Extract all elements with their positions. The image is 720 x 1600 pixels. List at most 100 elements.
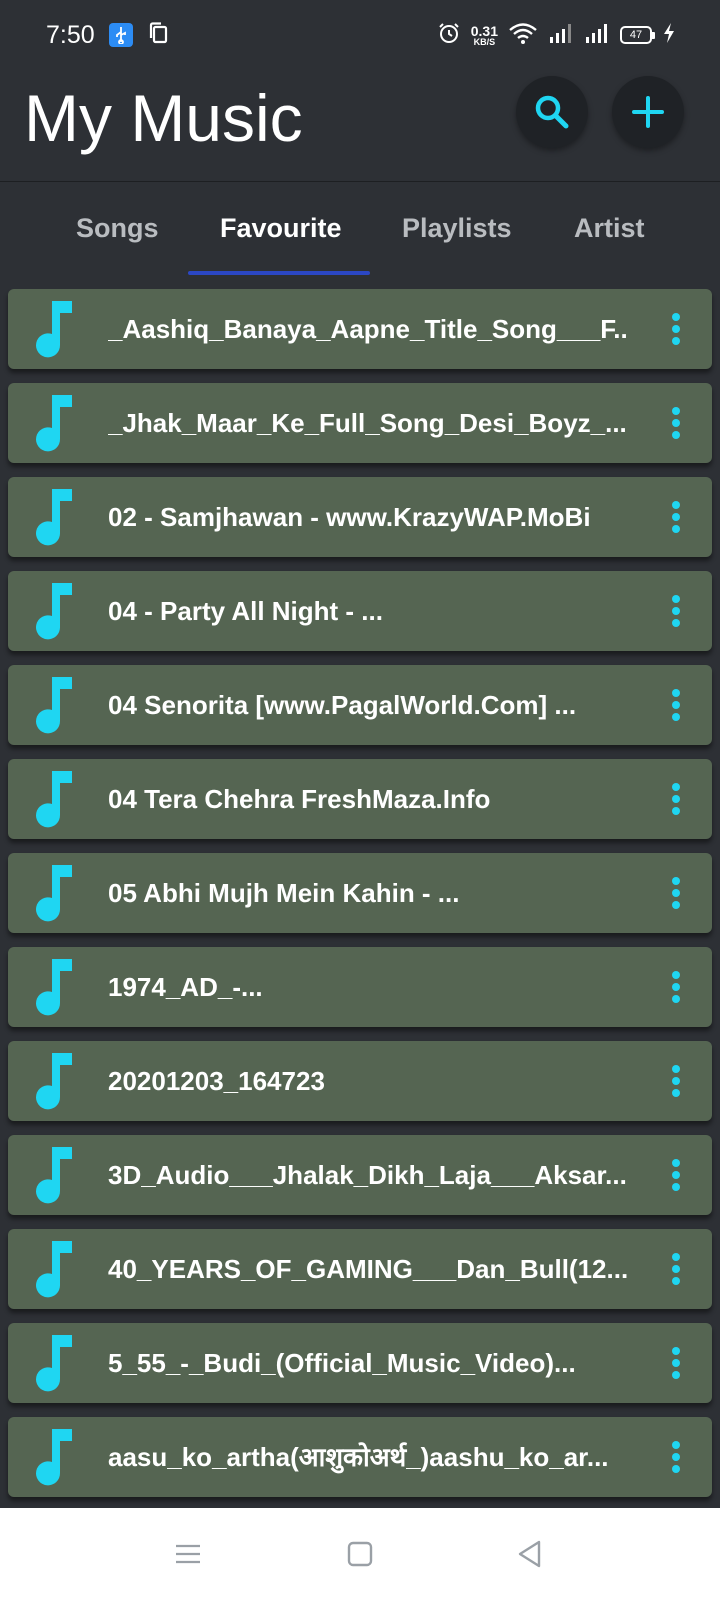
music-note-icon — [36, 1147, 72, 1204]
dot — [672, 607, 680, 615]
song-item[interactable]: 20201203_164723 — [8, 1041, 712, 1121]
dot — [672, 983, 680, 991]
dot — [672, 889, 680, 897]
dot — [672, 1453, 680, 1461]
wifi-icon — [508, 21, 538, 50]
song-list[interactable]: _Aashiq_Banaya_Aapne_Title_Song___F... _J… — [0, 289, 720, 1508]
song-item[interactable]: 5_55_-_Budi_(Official_Music_Video)... — [8, 1323, 712, 1403]
back-button[interactable] — [514, 1538, 546, 1570]
song-title: 02 - Samjhawan - www.KrazyWAP.MoBi — [108, 502, 591, 532]
dot — [672, 337, 680, 345]
dot — [672, 1065, 680, 1073]
dot — [672, 689, 680, 697]
dot — [672, 313, 680, 321]
charging-icon — [662, 22, 676, 49]
song-item[interactable]: 02 - Samjhawan - www.KrazyWAP.MoBi — [8, 477, 712, 557]
system-nav-bar — [0, 1508, 720, 1600]
dot — [672, 419, 680, 427]
dot — [672, 901, 680, 909]
song-item[interactable]: 04 Tera Chehra FreshMaza.Info — [8, 759, 712, 839]
more-options-button[interactable] — [664, 589, 688, 633]
song-title: 04 Tera Chehra FreshMaza.Info — [108, 784, 491, 814]
dot — [672, 1371, 680, 1379]
back-triangle-icon — [518, 1540, 541, 1568]
dot — [672, 525, 680, 533]
more-options-button[interactable] — [664, 307, 688, 351]
music-note-icon — [36, 677, 72, 734]
signal-icon-2 — [584, 22, 610, 49]
more-options-button[interactable] — [664, 1341, 688, 1385]
song-title: 20201203_164723 — [108, 1066, 325, 1096]
song-item[interactable]: aasu_ko_artha(आशुकोअर्थ_)aashu_ko_ar... — [8, 1417, 712, 1497]
signal-icon — [548, 22, 574, 49]
search-button[interactable] — [516, 76, 588, 148]
more-options-button[interactable] — [664, 401, 688, 445]
music-note-icon — [36, 771, 72, 828]
dot — [672, 407, 680, 415]
song-item[interactable]: 04 Senorita [www.PagalWorld.Com] ... — [8, 665, 712, 745]
dot — [672, 1359, 680, 1367]
status-left: 7:50 — [46, 21, 169, 50]
music-note-icon — [36, 1053, 72, 1110]
dot — [672, 1277, 680, 1285]
song-item[interactable]: 40_YEARS_OF_GAMING___Dan_Bull(12... — [8, 1229, 712, 1309]
dot — [672, 995, 680, 1003]
status-bar: 7:50 0.31 KB/S 47 — [0, 0, 720, 70]
dot — [672, 1465, 680, 1473]
song-title: 1974_AD_-... — [108, 972, 263, 1002]
more-options-button[interactable] — [664, 683, 688, 727]
plus-icon — [632, 96, 664, 128]
song-item[interactable]: _Aashiq_Banaya_Aapne_Title_Song___F... — [8, 289, 712, 369]
dot — [672, 513, 680, 521]
net-speed-unit: KB/S — [473, 36, 496, 47]
more-options-button[interactable] — [664, 871, 688, 915]
more-options-button[interactable] — [664, 1435, 688, 1479]
music-note-icon — [36, 583, 72, 640]
add-button[interactable] — [612, 76, 684, 148]
dot — [672, 877, 680, 885]
home-button[interactable] — [344, 1538, 376, 1570]
song-title: _Aashiq_Banaya_Aapne_Title_Song___F... — [108, 314, 628, 344]
dot — [672, 807, 680, 815]
home-square-icon — [347, 1541, 373, 1567]
dot — [672, 431, 680, 439]
song-item[interactable]: 05 Abhi Mujh Mein Kahin - ... — [8, 853, 712, 933]
song-item[interactable]: 3D_Audio___Jhalak_Dikh_Laja___Aksar... — [8, 1135, 712, 1215]
net-speed-value: 0.31 — [470, 22, 498, 39]
song-item[interactable]: 1974_AD_-... — [8, 947, 712, 1027]
dot — [672, 783, 680, 791]
more-options-button[interactable] — [664, 1247, 688, 1291]
tab-playlists[interactable]: Playlists — [402, 213, 512, 244]
dot — [672, 701, 680, 709]
app-header: My Music — [0, 70, 720, 182]
more-options-button[interactable] — [664, 1059, 688, 1103]
song-item[interactable]: _Jhak_Maar_Ke_Full_Song_Desi_Boyz_... — [8, 383, 712, 463]
music-note-icon — [36, 1241, 72, 1298]
tab-favourite[interactable]: Favourite — [220, 213, 342, 244]
song-title: 04 - Party All Night - ... — [108, 596, 383, 626]
usb-icon — [108, 23, 133, 47]
dot — [672, 1265, 680, 1273]
dot — [672, 1159, 680, 1167]
battery-icon: 47 — [620, 26, 655, 44]
dot — [672, 595, 680, 603]
alarm-icon — [437, 21, 461, 50]
song-item[interactable]: 04 - Party All Night - ... — [8, 571, 712, 651]
music-note-icon — [36, 959, 72, 1016]
tab-artist[interactable]: Artist — [574, 213, 645, 244]
music-note-icon — [36, 1429, 72, 1486]
dot — [672, 1441, 680, 1449]
tab-songs[interactable]: Songs — [76, 213, 159, 244]
song-title: 40_YEARS_OF_GAMING___Dan_Bull(12... — [108, 1254, 628, 1284]
dot — [672, 325, 680, 333]
song-title: 3D_Audio___Jhalak_Dikh_Laja___Aksar... — [108, 1160, 627, 1190]
dot — [672, 713, 680, 721]
dot — [672, 1089, 680, 1097]
menu-button[interactable] — [172, 1538, 204, 1570]
dot — [672, 1077, 680, 1085]
more-options-button[interactable] — [664, 1153, 688, 1197]
song-title: 04 Senorita [www.PagalWorld.Com] ... — [108, 690, 577, 720]
more-options-button[interactable] — [664, 965, 688, 1009]
more-options-button[interactable] — [664, 495, 688, 539]
more-options-button[interactable] — [664, 777, 688, 821]
